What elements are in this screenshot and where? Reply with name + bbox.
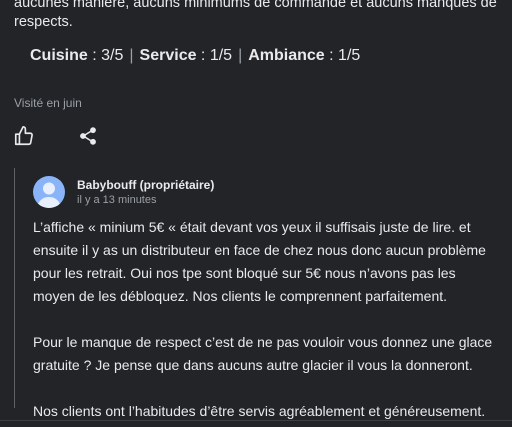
person-icon <box>37 182 61 208</box>
share-button[interactable] <box>78 126 98 146</box>
rating-service: Service : 1/5 <box>139 47 233 64</box>
owner-reply: Babybouff (propriétaire) il y a 13 minut… <box>14 168 499 419</box>
rating-separator: | <box>129 47 134 64</box>
like-button[interactable] <box>13 125 35 147</box>
owner-name: Babybouff (propriétaire) <box>77 178 215 192</box>
avatar <box>33 176 65 208</box>
owner-reply-time: il y a 13 minutes <box>77 194 157 206</box>
visited-date: Visité en juin <box>14 96 82 110</box>
owner-reply-text: L’affiche « minium 5€ « était devant vos… <box>33 219 493 419</box>
share-icon <box>80 127 96 145</box>
rating-cuisine: Cuisine : 3/5 <box>30 47 124 64</box>
thumbs-up-icon <box>14 126 33 146</box>
review-text: aucunes manière, aucuns minimums de comm… <box>14 0 497 30</box>
divider <box>0 420 512 421</box>
ratings-row: Cuisine : 3/5 | Service : 1/5 | Ambiance : 1… <box>30 47 360 65</box>
rating-separator: | <box>238 47 243 64</box>
rating-ambiance: Ambiance : 1/5 <box>248 47 361 64</box>
